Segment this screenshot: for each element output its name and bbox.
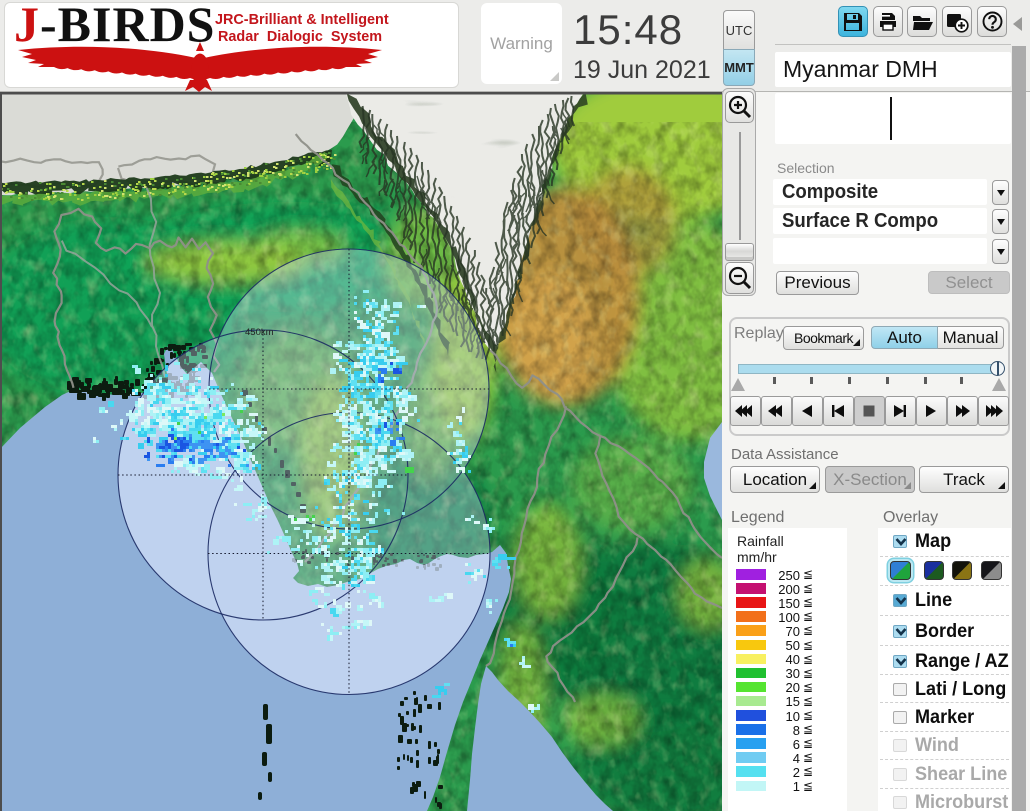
svg-text:450km: 450km xyxy=(245,327,274,338)
